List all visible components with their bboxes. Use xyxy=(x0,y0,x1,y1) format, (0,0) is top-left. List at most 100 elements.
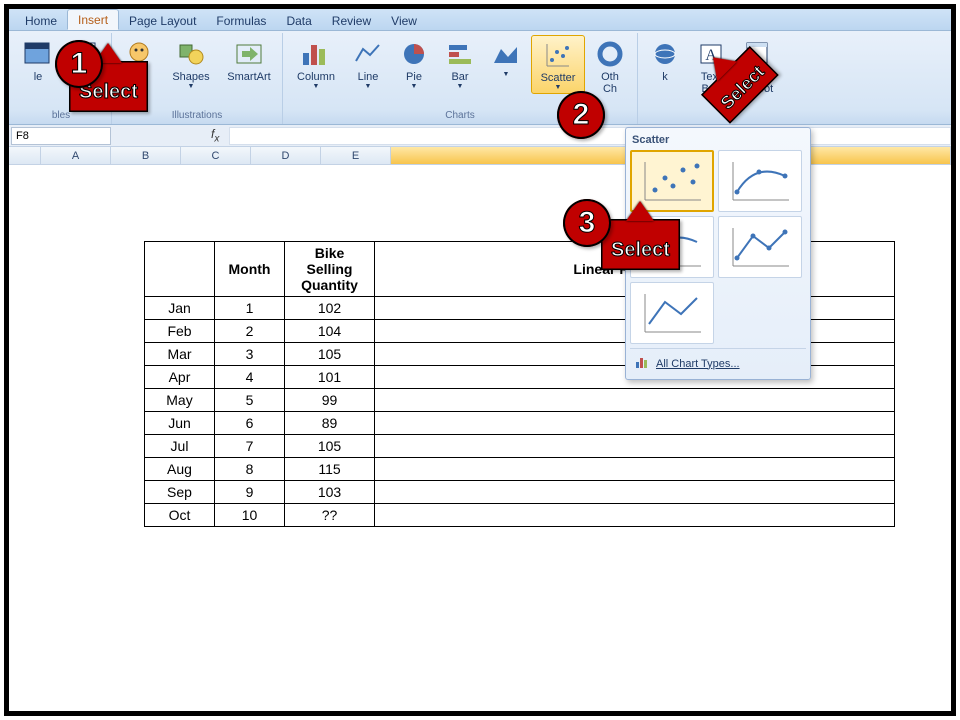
col-header-A[interactable]: A xyxy=(41,147,111,164)
table-cell xyxy=(375,504,895,527)
callout-3: Select xyxy=(601,201,680,270)
line-chart-icon xyxy=(351,37,385,71)
table-cell: 89 xyxy=(285,412,375,435)
chevron-down-icon: ▼ xyxy=(457,83,464,90)
smartart-button[interactable]: SmartArt xyxy=(222,35,276,85)
table-cell: 99 xyxy=(285,389,375,412)
table-header: BikeSellingQuantity xyxy=(285,242,375,297)
step-1-badge: 1 xyxy=(55,40,103,88)
chevron-down-icon: ▼ xyxy=(503,71,510,78)
all-chart-types[interactable]: All Chart Types... xyxy=(630,348,806,375)
table-cell xyxy=(375,389,895,412)
arrow-icon xyxy=(626,201,654,221)
table-cell: ?? xyxy=(285,504,375,527)
fx-icon[interactable]: fx xyxy=(211,127,219,144)
col-header-B[interactable]: B xyxy=(111,147,181,164)
shapes-icon xyxy=(174,37,208,71)
other-charts-button[interactable]: Oth Ch xyxy=(589,35,631,97)
bar-chart-button[interactable]: Bar▼ xyxy=(439,35,481,92)
table-cell: 101 xyxy=(285,366,375,389)
table-cell: 7 xyxy=(215,435,285,458)
col-header-D[interactable]: D xyxy=(251,147,321,164)
table-cell: 105 xyxy=(285,435,375,458)
table-cell xyxy=(375,481,895,504)
area-chart-button[interactable]: ▼ xyxy=(485,35,527,80)
table-cell xyxy=(375,458,895,481)
table-cell: Feb xyxy=(145,320,215,343)
table-row: Aug8115 xyxy=(145,458,895,481)
table-row: Sep9103 xyxy=(145,481,895,504)
table-cell: Oct xyxy=(145,504,215,527)
shapes-button[interactable]: Shapes ▼ xyxy=(164,35,218,92)
chevron-down-icon: ▼ xyxy=(313,83,320,90)
chevron-down-icon: ▼ xyxy=(555,84,562,91)
tab-view[interactable]: View xyxy=(381,11,427,30)
group-charts-label: Charts xyxy=(445,110,474,124)
col-header-E[interactable]: E xyxy=(321,147,391,164)
table-header: Month xyxy=(215,242,285,297)
name-box[interactable]: F8 xyxy=(11,127,111,145)
table-cell: 102 xyxy=(285,297,375,320)
group-tables-label: bles xyxy=(52,110,70,124)
hyperlink-button[interactable]: k xyxy=(644,35,686,85)
scatter-gallery-title: Scatter xyxy=(630,132,806,150)
tab-insert[interactable]: Insert xyxy=(67,9,119,30)
table-cell: 4 xyxy=(215,366,285,389)
table-cell: 105 xyxy=(285,343,375,366)
table-cell: 10 xyxy=(215,504,285,527)
chevron-down-icon: ▼ xyxy=(365,83,372,90)
pie-chart-icon xyxy=(397,37,431,71)
tab-home[interactable]: Home xyxy=(15,11,67,30)
table-cell: 9 xyxy=(215,481,285,504)
table-row: May599 xyxy=(145,389,895,412)
table-row: Oct10?? xyxy=(145,504,895,527)
scatter-chart-button[interactable]: Scatter▼ xyxy=(531,35,585,94)
other-charts-icon xyxy=(593,37,627,71)
table-cell: 2 xyxy=(215,320,285,343)
table-cell: Jan xyxy=(145,297,215,320)
column-chart-button[interactable]: Column▼ xyxy=(289,35,343,92)
pivottable-icon xyxy=(21,37,55,71)
tab-review[interactable]: Review xyxy=(322,11,381,30)
pivottable-button[interactable]: le xyxy=(17,35,59,85)
tab-formulas[interactable]: Formulas xyxy=(206,11,276,30)
table-cell: Mar xyxy=(145,343,215,366)
table-row: Jun689 xyxy=(145,412,895,435)
table-cell: Apr xyxy=(145,366,215,389)
pie-chart-button[interactable]: Pie▼ xyxy=(393,35,435,92)
line-chart-button[interactable]: Line▼ xyxy=(347,35,389,92)
chevron-down-icon: ▼ xyxy=(411,83,418,90)
step-3-badge: 3 xyxy=(563,199,611,247)
table-cell: 1 xyxy=(215,297,285,320)
table-cell xyxy=(375,435,895,458)
table-cell: Aug xyxy=(145,458,215,481)
table-cell: 8 xyxy=(215,458,285,481)
table-cell: Jul xyxy=(145,435,215,458)
area-chart-icon xyxy=(489,37,523,71)
smartart-icon xyxy=(232,37,266,71)
tab-page-layout[interactable]: Page Layout xyxy=(119,11,206,30)
chevron-down-icon: ▼ xyxy=(188,83,195,90)
ribbon-tabs: HomeInsertPage LayoutFormulasDataReviewV… xyxy=(9,9,951,31)
scatter-smooth-markers[interactable] xyxy=(718,150,802,212)
table-cell xyxy=(375,412,895,435)
table-cell: Jun xyxy=(145,412,215,435)
group-illus-label: Illustrations xyxy=(172,110,223,124)
column-chart-icon xyxy=(299,37,333,71)
table-cell: 6 xyxy=(215,412,285,435)
table-cell: May xyxy=(145,389,215,412)
tab-data[interactable]: Data xyxy=(276,11,321,30)
all-chart-types-icon xyxy=(634,354,650,373)
scatter-straight-markers[interactable] xyxy=(718,216,802,278)
table-cell: 115 xyxy=(285,458,375,481)
step-2-badge: 2 xyxy=(557,91,605,139)
table-cell: Sep xyxy=(145,481,215,504)
col-header-C[interactable]: C xyxy=(181,147,251,164)
link-icon xyxy=(648,37,682,71)
table-cell: 3 xyxy=(215,343,285,366)
table-cell: 103 xyxy=(285,481,375,504)
table-row: Jul7105 xyxy=(145,435,895,458)
scatter-straight[interactable] xyxy=(630,282,714,344)
table-cell: 104 xyxy=(285,320,375,343)
scatter-chart-icon xyxy=(541,38,575,72)
